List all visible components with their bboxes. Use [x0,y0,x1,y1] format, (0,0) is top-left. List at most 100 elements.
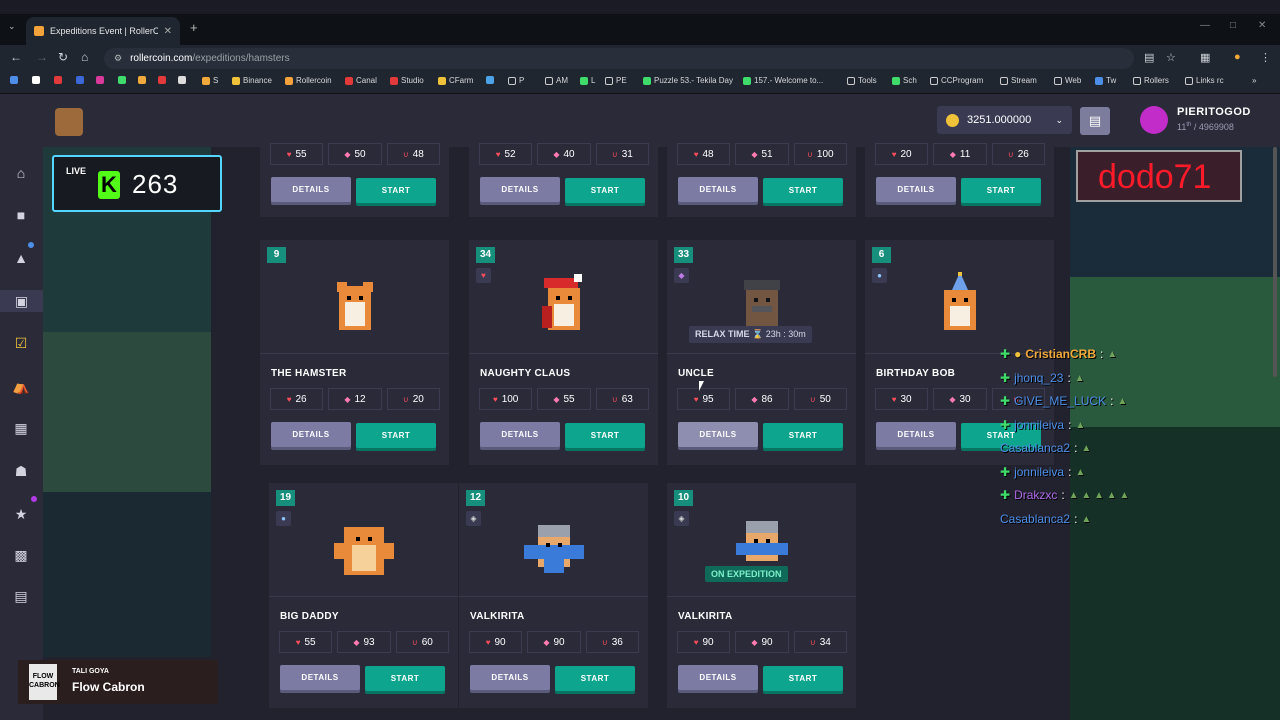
turtle-emote-icon: ▲ [1081,442,1092,454]
bookmark-binance[interactable]: Binance [232,76,272,85]
bookmark-icon-8[interactable] [158,76,166,84]
mining-nav-icon[interactable]: ▲ [12,249,30,267]
tab-search-icon[interactable]: ⌄ [8,21,16,32]
store-nav-icon[interactable]: ▦ [12,419,30,437]
bookmark-rollercoin[interactable]: Rollercoin [285,76,332,85]
marketplace-nav-icon[interactable]: ⛺ [12,377,30,395]
details-button[interactable]: DETAILS [280,665,360,690]
bookmark-web[interactable]: Web [1054,76,1081,85]
bookmark-ccprogram[interactable]: CCProgram [930,76,983,85]
browser-tab[interactable]: Expeditions Event | RollerCoin ✕ [26,17,180,45]
balance-dropdown[interactable]: 3251.000000 ⌄ [937,106,1072,134]
browser-menu-icon[interactable]: ⋮ [1260,51,1271,64]
bookmark-cfarm[interactable]: CFarm [438,76,473,85]
bookmark-icon-1[interactable] [10,76,18,84]
rollercoin-logo[interactable] [55,108,83,136]
bookmark-sch[interactable]: Sch [892,76,917,85]
bookmark-canal[interactable]: Canal [345,76,377,85]
chat-username: Casablanca2 [1000,441,1071,455]
start-button[interactable]: START [565,423,645,448]
games-nav-icon[interactable]: ■ [12,206,30,224]
bookmark-icon-2[interactable] [32,76,40,84]
extensions-icon[interactable]: ▦ [1200,51,1210,64]
details-button[interactable]: DETAILS [470,665,550,690]
balance-value: 3251.000000 [967,114,1032,126]
bookmark-stream[interactable]: Stream [1000,76,1037,85]
details-button[interactable]: DETAILS [678,422,758,447]
profile-icon[interactable]: ● [1234,51,1241,63]
instagram-bookmark-icon[interactable] [96,76,104,84]
details-button[interactable]: DETAILS [480,177,560,202]
site-info-icon[interactable]: ⚙ [114,53,122,64]
new-tab-icon[interactable]: + [190,20,198,35]
start-button[interactable]: START [365,666,445,691]
heart-icon: ♥ [495,149,501,159]
x-bookmark-icon[interactable] [178,76,186,84]
expedition-card-top-4: ♥ 20 ◆ 11 ∪ 26 DETAILS START [865,143,1054,217]
bookmark-tw[interactable]: Tw [1095,76,1116,85]
bookmark-l[interactable]: L [580,76,595,85]
username[interactable]: PIERITOGOD [1177,106,1251,118]
bookmark-icon-7[interactable] [138,76,146,84]
install-app-icon[interactable]: ▤ [1144,51,1154,64]
hall-nav-icon[interactable]: ☗ [12,462,30,480]
song-artist: Flow Cabron [72,680,145,694]
start-button[interactable]: START [356,423,436,448]
start-button[interactable]: START [961,178,1041,203]
maximize-icon[interactable]: □ [1230,20,1236,31]
minimize-icon[interactable]: — [1200,20,1210,31]
close-tab-icon[interactable]: ✕ [164,26,172,37]
address-bar[interactable]: ⚙ rollercoin.com/expeditions/hamsters [104,48,1134,69]
speed-stat: ◆ 12 [328,388,382,410]
inventory-nav-icon[interactable]: ▩ [12,546,30,564]
back-icon[interactable]: ← [10,50,22,64]
start-button[interactable]: START [763,423,843,448]
bookmark-studio[interactable]: Studio [390,76,424,85]
level-badge: 34 [476,247,495,263]
kick-live-viewers: LIVE K 263 [52,155,222,212]
details-button[interactable]: DETAILS [271,177,351,202]
live-label: LIVE [66,166,87,176]
start-button[interactable]: START [555,666,635,691]
details-button[interactable]: DETAILS [678,665,758,690]
details-button[interactable]: DETAILS [271,422,351,447]
events-nav-icon[interactable]: ▣ [0,290,43,312]
bookmark-s[interactable]: S [202,76,218,85]
start-button[interactable]: START [763,178,843,203]
bookmark-star-icon[interactable]: ☆ [1166,51,1176,64]
start-button[interactable]: START [565,178,645,203]
bookmark-puzzle[interactable]: Puzzle 53.- Tekila Day [643,76,733,85]
user-avatar[interactable] [1140,106,1168,134]
bookmark-p[interactable]: P [508,76,524,85]
telegram-bookmark-icon[interactable] [486,76,494,84]
forward-icon[interactable]: → [36,50,48,64]
details-button[interactable]: DETAILS [876,422,956,447]
details-button[interactable]: DETAILS [876,177,956,202]
home-nav-icon[interactable]: ⌂ [12,164,30,182]
close-window-icon[interactable]: ✕ [1258,20,1266,31]
wallet-button[interactable]: ▤ [1080,107,1110,135]
bookmark-rollers[interactable]: Rollers [1133,76,1169,85]
more-bookmarks-icon[interactable]: » [1252,76,1256,85]
start-button[interactable]: START [763,666,843,691]
scrollbar[interactable] [1273,147,1277,377]
trophy-nav-icon[interactable]: ★ [12,505,30,523]
bookmark-am[interactable]: AM [545,76,568,85]
bookmark-links-rc[interactable]: Links rc [1185,76,1224,85]
tasks-nav-icon[interactable]: ☑ [12,334,30,352]
luck-stat: ∪ 60 [395,631,449,653]
details-button[interactable]: DETAILS [480,422,560,447]
start-button[interactable]: START [356,178,436,203]
details-button[interactable]: DETAILS [678,177,758,202]
divider [269,596,458,597]
news-nav-icon[interactable]: ▤ [12,587,30,605]
reload-icon[interactable]: ↻ [58,50,68,64]
power-stat: ♥ 52 [479,143,533,165]
bookmark-icon-6[interactable] [118,76,126,84]
bookmark-icon-3[interactable] [54,76,62,84]
bookmark-welcome[interactable]: 157.- Welcome to... [743,76,823,85]
bookmark-pe[interactable]: PE [605,76,627,85]
bookmark-tools[interactable]: Tools [847,76,877,85]
home-icon[interactable]: ⌂ [81,50,88,64]
facebook-bookmark-icon[interactable] [76,76,84,84]
